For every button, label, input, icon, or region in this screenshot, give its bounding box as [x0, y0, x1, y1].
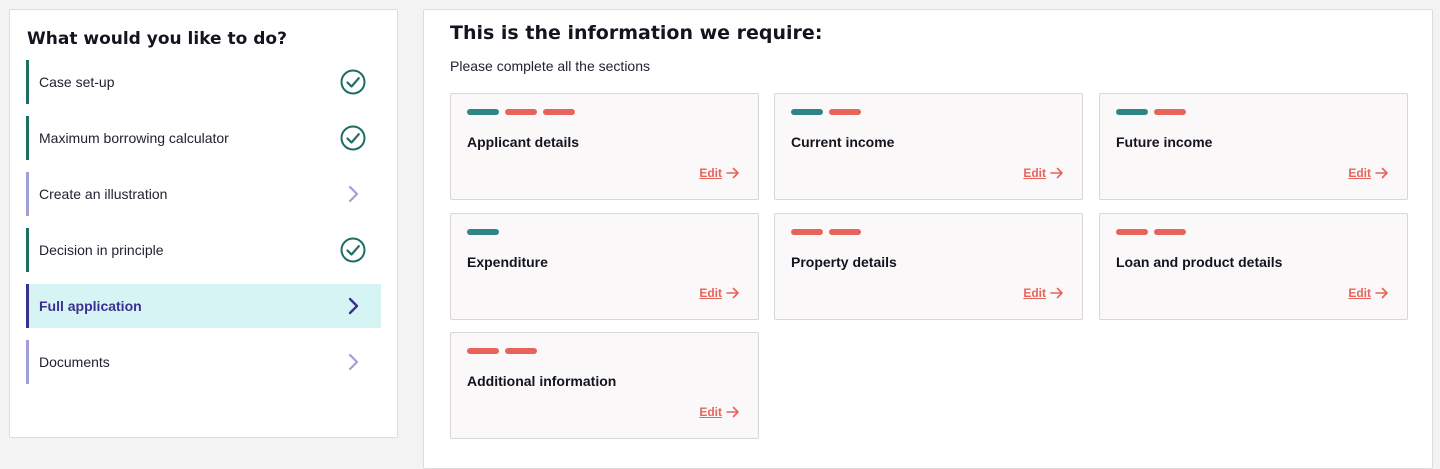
edit-label: Edit: [1348, 166, 1371, 180]
progress-pills: [1116, 109, 1186, 115]
progress-pill-incomplete: [1154, 109, 1186, 115]
progress-pills: [791, 229, 861, 235]
sidebar-item-label: Maximum borrowing calculator: [39, 130, 229, 146]
sidebar-item-full-application[interactable]: Full application: [26, 284, 381, 328]
section-card-title: Current income: [791, 134, 895, 150]
progress-pills: [467, 229, 499, 235]
section-card-expenditure: Expenditure Edit: [450, 213, 759, 320]
edit-link[interactable]: Edit: [699, 286, 740, 300]
progress-pill-incomplete: [1154, 229, 1186, 235]
page-title: This is the information we require:: [450, 22, 823, 44]
progress-pill-incomplete: [467, 348, 499, 354]
section-card-current-income: Current income Edit: [774, 93, 1083, 200]
arrow-right-icon: [1375, 287, 1388, 299]
section-card-title: Additional information: [467, 373, 617, 389]
task-sidebar: What would you like to do? Case set-up M…: [9, 9, 398, 438]
edit-label: Edit: [699, 405, 722, 419]
edit-link[interactable]: Edit: [1348, 286, 1389, 300]
section-card-additional-information: Additional information Edit: [450, 332, 759, 439]
progress-pill-complete: [467, 109, 499, 115]
section-card-title: Future income: [1116, 134, 1213, 150]
section-card-property-details: Property details Edit: [774, 213, 1083, 320]
progress-pill-complete: [1116, 109, 1148, 115]
section-card-future-income: Future income Edit: [1099, 93, 1408, 200]
application-sections-panel: This is the information we require: Plea…: [423, 9, 1433, 469]
progress-pills: [467, 348, 537, 354]
check-circle-icon: [339, 236, 367, 264]
edit-link[interactable]: Edit: [699, 166, 740, 180]
task-nav-list: Case set-up Maximum borrowing calculator…: [26, 60, 381, 384]
sidebar-item-maximum-borrowing-calculator[interactable]: Maximum borrowing calculator: [26, 116, 381, 160]
progress-pill-incomplete: [1116, 229, 1148, 235]
edit-label: Edit: [699, 166, 722, 180]
edit-link[interactable]: Edit: [1348, 166, 1389, 180]
section-card-applicant-details: Applicant details Edit: [450, 93, 759, 200]
sidebar-item-label: Decision in principle: [39, 242, 164, 258]
progress-pill-complete: [467, 229, 499, 235]
edit-label: Edit: [1023, 286, 1046, 300]
progress-pills: [467, 109, 575, 115]
progress-pill-incomplete: [829, 229, 861, 235]
sidebar-item-label: Documents: [39, 354, 110, 370]
section-card-title: Applicant details: [467, 134, 580, 150]
section-card-loan-and-product-details: Loan and product details Edit: [1099, 213, 1408, 320]
edit-label: Edit: [1348, 286, 1371, 300]
progress-pills: [1116, 229, 1186, 235]
sidebar-item-label: Full application: [39, 298, 142, 314]
section-card-title: Loan and product details: [1116, 254, 1283, 270]
check-circle-icon: [339, 124, 367, 152]
arrow-right-icon: [1375, 167, 1388, 179]
arrow-right-icon: [726, 406, 739, 418]
sidebar-item-label: Case set-up: [39, 74, 115, 90]
sidebar-item-case-set-up[interactable]: Case set-up: [26, 60, 381, 104]
edit-link[interactable]: Edit: [699, 405, 740, 419]
chevron-right-icon: [339, 348, 367, 376]
arrow-right-icon: [1050, 167, 1063, 179]
check-circle-icon: [339, 68, 367, 96]
section-card-title: Property details: [791, 254, 897, 270]
sidebar-item-documents[interactable]: Documents: [26, 340, 381, 384]
page-subtitle: Please complete all the sections: [450, 58, 650, 74]
progress-pills: [791, 109, 861, 115]
progress-pill-incomplete: [505, 348, 537, 354]
chevron-right-icon: [339, 292, 367, 320]
progress-pill-incomplete: [505, 109, 537, 115]
progress-pill-incomplete: [791, 229, 823, 235]
edit-label: Edit: [1023, 166, 1046, 180]
arrow-right-icon: [1050, 287, 1063, 299]
arrow-right-icon: [726, 287, 739, 299]
progress-pill-complete: [791, 109, 823, 115]
edit-link[interactable]: Edit: [1023, 286, 1064, 300]
section-card-title: Expenditure: [467, 254, 548, 270]
progress-pill-incomplete: [829, 109, 861, 115]
arrow-right-icon: [726, 167, 739, 179]
edit-label: Edit: [699, 286, 722, 300]
sidebar-title: What would you like to do?: [27, 29, 287, 49]
progress-pill-incomplete: [543, 109, 575, 115]
sidebar-item-label: Create an illustration: [39, 186, 168, 202]
edit-link[interactable]: Edit: [1023, 166, 1064, 180]
sidebar-item-create-an-illustration[interactable]: Create an illustration: [26, 172, 381, 216]
chevron-right-icon: [339, 180, 367, 208]
sidebar-item-decision-in-principle[interactable]: Decision in principle: [26, 228, 381, 272]
